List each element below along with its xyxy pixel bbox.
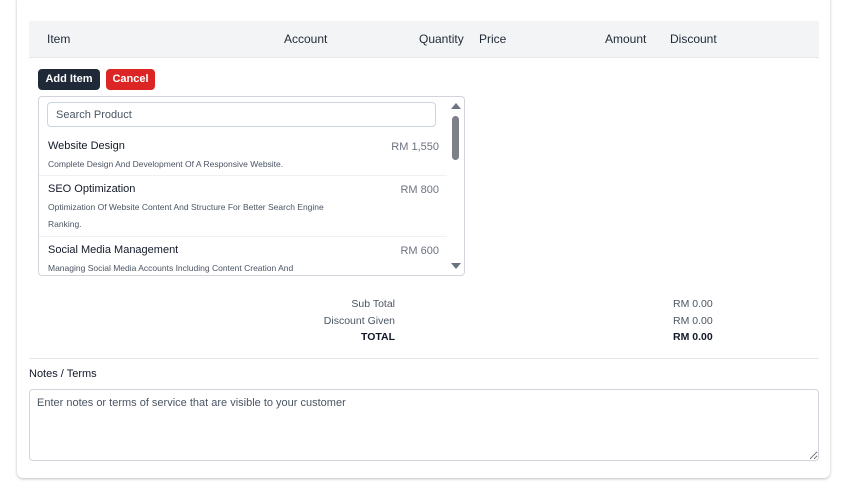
product-option-social-media-management[interactable]: Social Media Management RM 600 Managing … (39, 237, 447, 275)
search-product-input[interactable] (47, 102, 436, 127)
scroll-down-arrow-icon[interactable] (451, 263, 461, 269)
header-account: Account (284, 32, 328, 46)
total-value: RM 0.00 (673, 331, 713, 343)
scrollbar-thumb[interactable] (452, 116, 459, 160)
notes-terms-textarea[interactable] (29, 389, 819, 461)
section-divider (29, 358, 819, 359)
product-description: Managing Social Media Accounts Including… (48, 263, 294, 273)
product-price: RM 800 (400, 184, 439, 196)
product-option-seo-optimization[interactable]: SEO Optimization RM 800 Optimization Of … (39, 176, 447, 237)
notes-terms-label: Notes / Terms (29, 368, 97, 380)
header-discount: Discount (670, 32, 717, 46)
sub-total-label: Sub Total (351, 298, 395, 310)
dropdown-scrollbar[interactable] (448, 97, 464, 275)
product-price: RM 1,550 (391, 141, 439, 153)
product-name: Website Design (48, 140, 125, 152)
discount-given-value: RM 0.00 (673, 314, 713, 327)
sub-total-value: RM 0.00 (673, 298, 713, 310)
header-amount: Amount (605, 32, 647, 46)
product-description: Complete Design And Development Of A Res… (48, 159, 284, 169)
product-list: Website Design RM 1,550 Complete Design … (39, 133, 447, 275)
product-name: SEO Optimization (48, 183, 136, 195)
total-label: TOTAL (360, 331, 395, 343)
product-option-website-design[interactable]: Website Design RM 1,550 Complete Design … (39, 133, 447, 176)
cancel-button[interactable]: Cancel (106, 69, 155, 90)
product-dropdown: Website Design RM 1,550 Complete Design … (38, 96, 465, 276)
product-description: Optimization Of Website Content And Stru… (48, 202, 324, 229)
add-item-button[interactable]: Add Item (38, 69, 100, 90)
product-name: Social Media Management (48, 244, 179, 256)
header-price: Price (479, 32, 507, 46)
scroll-up-arrow-icon[interactable] (451, 103, 461, 109)
header-quantity: Quantity (419, 32, 464, 46)
header-item: Item (47, 32, 71, 46)
items-table-header: Item Account Quantity Price Amount Disco… (29, 21, 819, 58)
product-price: RM 600 (400, 245, 439, 257)
discount-given-label: Discount Given (323, 314, 395, 327)
